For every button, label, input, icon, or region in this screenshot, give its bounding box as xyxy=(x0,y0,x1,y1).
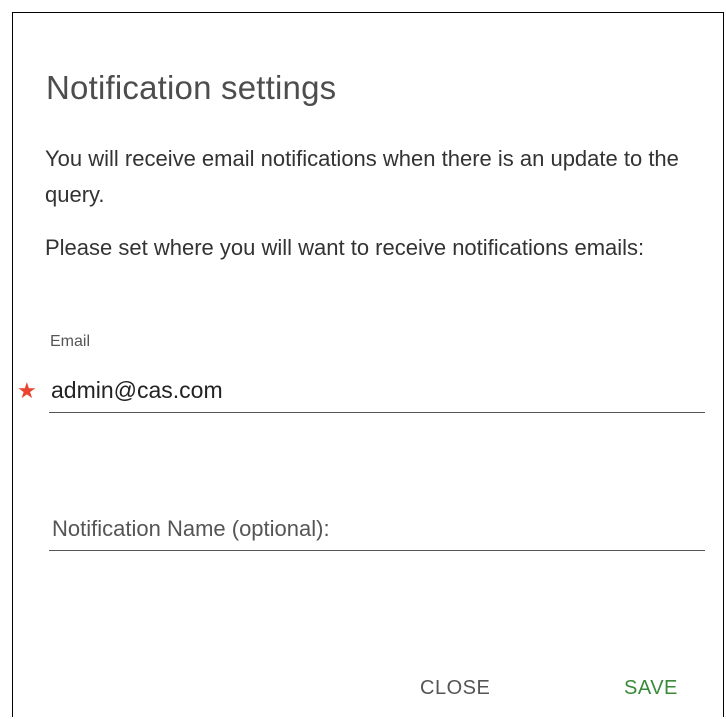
required-star-icon: ★ xyxy=(17,378,37,403)
description-email-notifications: You will receive email notifications whe… xyxy=(45,146,679,207)
description-set-email: Please set where you will want to receiv… xyxy=(45,235,645,260)
email-field[interactable] xyxy=(49,369,705,413)
dialog-title: Notification settings xyxy=(46,69,337,106)
notification-settings-dialog: Notification settings You will receive e… xyxy=(12,12,724,717)
email-field-label: Email xyxy=(50,333,91,350)
close-button[interactable]: CLOSE xyxy=(410,671,500,706)
save-button[interactable]: SAVE xyxy=(614,671,688,706)
notification-name-field[interactable] xyxy=(49,507,705,551)
